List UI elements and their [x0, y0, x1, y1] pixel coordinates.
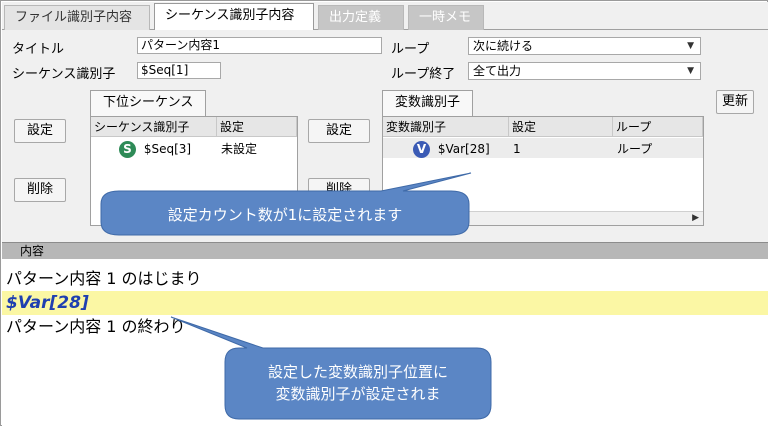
app-window: ファイル識別子内容 シーケンス識別子内容 出力定義 一時メモ タイトル パターン…: [0, 0, 768, 426]
callout-bottom-text: 設定した変数識別子位置に 変数識別子が設定されま: [225, 361, 491, 405]
callout-bottom-line-2: 変数識別子が設定されま: [275, 385, 441, 403]
callout-top-text: 設定カウント数が1に設定されます: [167, 206, 403, 224]
callout-bottom-line-1: 設定した変数識別子位置に: [267, 363, 448, 381]
